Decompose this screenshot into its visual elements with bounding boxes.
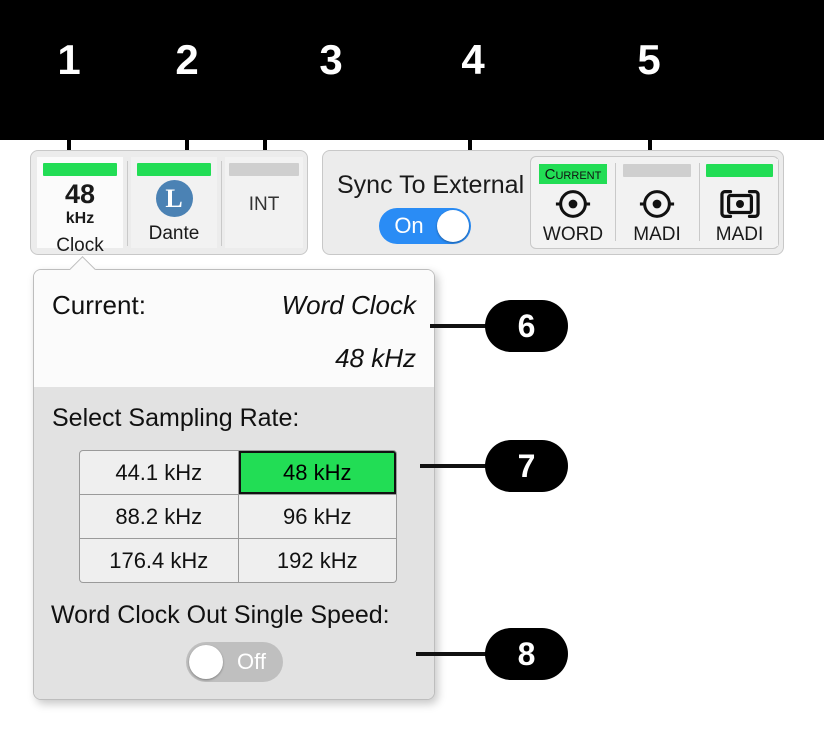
rate-option-192[interactable]: 192 kHz xyxy=(239,539,397,582)
rate-option-96[interactable]: 96 kHz xyxy=(239,495,397,538)
callout-leader-8 xyxy=(416,652,492,656)
callout-number-5: 5 xyxy=(619,30,679,90)
int-cell[interactable]: INT xyxy=(225,157,303,248)
sync-toggle-knob[interactable] xyxy=(437,210,469,242)
rate-option-88-2[interactable]: 88.2 kHz xyxy=(80,495,238,538)
dante-cell[interactable]: L Dante xyxy=(131,157,217,248)
callout-number-7: 7 xyxy=(485,440,568,492)
word-label: WORD xyxy=(543,223,603,246)
clock-rate-unit: kHz xyxy=(66,209,94,228)
clock-divider-2 xyxy=(221,161,222,246)
clock-settings-popover: Current: Word Clock 48 kHz Select Sampli… xyxy=(33,269,435,700)
callout-number-8: 8 xyxy=(485,628,568,680)
sync-to-external-toggle[interactable]: On xyxy=(379,208,471,244)
sync-toggle-state-label: On xyxy=(381,213,437,239)
current-source-value: Word Clock xyxy=(184,290,416,320)
word-clock-out-title: Word Clock Out Single Speed: xyxy=(51,600,390,630)
current-rate-value: 48 kHz xyxy=(184,343,416,373)
dante-cell-label: Dante xyxy=(149,222,200,245)
sync-to-external-label: Sync To External xyxy=(337,170,524,200)
madi-optical-status-led xyxy=(706,164,773,177)
select-sampling-rate-title: Select Sampling Rate: xyxy=(52,403,299,433)
clock-divider-1 xyxy=(127,161,128,246)
dante-icon-letter: L xyxy=(165,180,182,217)
clock-status-led xyxy=(43,163,117,176)
rate-option-48[interactable]: 48 kHz xyxy=(239,451,397,494)
word-clock-out-state-label: Off xyxy=(223,649,280,675)
sync-source-group: Current WORD MADI xyxy=(530,156,779,249)
sync-toggle-group: Sync To External On xyxy=(328,156,526,249)
callout-number-3: 3 xyxy=(301,30,361,90)
int-cell-label: INT xyxy=(249,193,280,216)
optical-connector-icon xyxy=(717,185,763,223)
clock-rate-cell[interactable]: 48 kHz Clock xyxy=(37,157,123,248)
sync-source-madi-coax[interactable]: MADI xyxy=(617,159,697,246)
sync-divider-1 xyxy=(615,163,616,241)
callout-leader-7 xyxy=(420,464,492,468)
callout-number-6: 6 xyxy=(485,300,568,352)
bnc-connector-icon xyxy=(551,185,595,223)
current-label: Current: xyxy=(52,290,146,320)
callout-leader-6 xyxy=(430,324,492,328)
int-status-led xyxy=(229,163,299,176)
word-clock-out-knob[interactable] xyxy=(189,645,223,679)
word-current-badge: Current xyxy=(539,164,607,184)
dante-circle-icon: L xyxy=(156,180,193,217)
sync-to-external-panel: Sync To External On Current WORD xyxy=(322,150,784,255)
sync-source-madi-optical[interactable]: MADI xyxy=(701,159,778,246)
bnc-connector-icon xyxy=(635,185,679,223)
clock-rate-value: 48 xyxy=(65,179,95,209)
madi-optical-label: MADI xyxy=(716,223,764,246)
rate-option-176-4[interactable]: 176.4 kHz xyxy=(80,539,238,582)
callout-band xyxy=(0,0,824,140)
sync-divider-2 xyxy=(699,163,700,241)
callout-number-4: 4 xyxy=(443,30,503,90)
popover-notch xyxy=(70,256,96,270)
clock-cell-label: Clock xyxy=(56,234,104,257)
rate-option-44-1[interactable]: 44.1 kHz xyxy=(80,451,238,494)
sync-source-word[interactable]: Current WORD xyxy=(533,159,613,246)
madi-coax-label: MADI xyxy=(633,223,681,246)
clock-status-panel: 48 kHz Clock L Dante INT xyxy=(30,150,308,255)
word-clock-out-toggle[interactable]: Off xyxy=(186,642,283,682)
callout-number-2: 2 xyxy=(157,30,217,90)
sampling-rate-grid: 44.1 kHz 48 kHz 88.2 kHz 96 kHz 176.4 kH… xyxy=(79,450,397,583)
dante-status-led xyxy=(137,163,211,176)
madi-coax-status-led xyxy=(623,164,691,177)
callout-number-1: 1 xyxy=(39,30,99,90)
